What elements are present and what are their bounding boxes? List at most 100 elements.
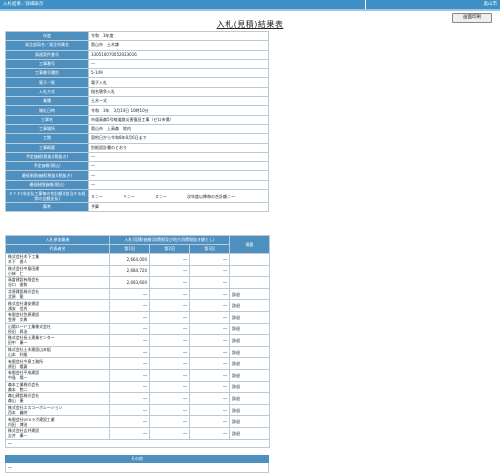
bid-round-1: ―: [109, 334, 150, 347]
info-row: 最低制限価格(税込) ―: [5, 179, 269, 191]
bid-remark: 辞退: [229, 310, 270, 324]
bid-round-1: ―: [109, 380, 150, 394]
info-row: 工事名 市道高森5号線道路災害復旧工事（ゼロ市債）: [5, 114, 269, 125]
bid-round-3: ―: [189, 334, 230, 347]
bid-round-2: ―: [149, 310, 190, 324]
bid-round-2: ―: [149, 380, 190, 394]
table-row: 株式会社吉井建設 吉井 康一 ― ― ― 辞退: [5, 426, 270, 440]
header-remarks: 摘要: [229, 235, 270, 254]
table-row: 株式会社浦安建設 浦安 信秀 ― ― ― 辞退: [5, 299, 270, 312]
info-value: ―: [88, 170, 269, 181]
info-value: 奥山市 土木課: [88, 40, 269, 51]
bidder-name: 北原建設株式会社 北原 龍: [5, 287, 110, 301]
bid-remark: 辞退: [229, 357, 270, 370]
info-row: 工事場所 奥山市 上高森 地内: [5, 123, 269, 135]
bid-remark: [229, 253, 270, 266]
bid-round-2: ―: [149, 426, 190, 440]
info-row: 工事番号種別 5-149: [5, 68, 269, 79]
info-label: 工事概要: [5, 142, 89, 153]
table-row: 有限会社今泉工務所 原田 隆寛 ― ― ― 辞退: [5, 357, 270, 370]
breadcrumb: 入札結果／詳細表示: [3, 2, 44, 7]
info-row: 開札日時 令和 3年 3月14日 10時10分: [5, 105, 269, 116]
bidder-name: 高倉建設有限会社 谷口 俊和: [5, 276, 110, 289]
bid-round-1: 2,684,720: [109, 264, 150, 278]
info-row: 予定価格(税込) ―: [5, 161, 269, 172]
info-label: 調達案件番号: [5, 49, 89, 60]
table-row: 北原建設株式会社 北原 龍 ― ― ― 辞退: [5, 287, 270, 301]
bid-round-3: ―: [189, 403, 230, 417]
info-label: 最低制限価格(税抜)(税抜き): [5, 170, 89, 181]
bidder-name: 有限会社UFXラボ建設工業 内田 博治: [5, 415, 110, 428]
bidder-name: 森山建設株式会社 森山 康: [5, 392, 110, 405]
table-row: 株式会社中島田建 小林 仁 2,684,720 ― ―: [5, 264, 270, 278]
info-value: ―: [88, 151, 269, 163]
info-row: 予定価格(税抜)(税抜き) ―: [5, 151, 269, 163]
topbar-divider: [365, 0, 366, 9]
bid-round-3: ―: [189, 345, 230, 359]
info-row: 業種 土木一式: [5, 96, 269, 107]
table-row: 有限会社UFXラボ建設工業 内田 博治 ― ― ― 辞退: [5, 415, 270, 428]
bid-round-1: ―: [109, 299, 150, 312]
info-value: ―: [88, 58, 269, 70]
other-section: その他 ―: [5, 455, 269, 473]
bid-round-2: ―: [149, 276, 190, 289]
other-header: その他: [5, 455, 269, 463]
info-value: 令和 3年度: [88, 30, 269, 42]
bid-round-1: ―: [109, 287, 150, 301]
header-round-2: 第2回: [149, 244, 190, 254]
bidder-name: 株式会社土木建設山本組 山本 利雄: [5, 345, 110, 359]
bid-round-1: 2,664,000: [109, 253, 150, 266]
info-label: 発注部局名／発注所属名: [5, 40, 89, 51]
info-row: 調達案件番号 330510070052023016: [5, 49, 269, 60]
info-label: 年度: [5, 30, 89, 42]
bidder-name: 山陽ロード工業株式会社 秋田 昇治: [5, 322, 110, 336]
bid-round-1: ―: [109, 368, 150, 382]
info-label: 工事番号: [5, 58, 89, 70]
info-label: 開札日時: [5, 105, 89, 116]
bidder-name: 株式会社吉井建設 吉井 康一: [5, 426, 110, 440]
bid-round-3: ―: [189, 415, 230, 428]
bid-round-2: ―: [149, 368, 190, 382]
info-row: 工期 契約日から令和8年8月6日まで: [5, 133, 269, 144]
header-representative: 代表者名: [5, 244, 110, 254]
info-label: 予定価格(税込): [5, 161, 89, 172]
bid-round-3: ―: [189, 264, 230, 278]
city-name: 奥山市: [483, 2, 498, 7]
header-company: 入札参加業者: [5, 235, 110, 245]
bidder-name: 森本工業株式会社 森本 勲二: [5, 380, 110, 394]
info-row: 備考 予算: [5, 202, 269, 213]
bid-round-2: ―: [149, 264, 190, 278]
bid-round-3: ―: [189, 276, 230, 289]
bidders-table: 入札参加業者 入札(見積)価格(消費税及び地方消費税抜き額とし) 摘要 代表者名…: [5, 235, 270, 448]
bid-round-1: ―: [109, 415, 150, 428]
info-label: 入札方式: [5, 86, 89, 98]
header-bids: 入札(見積)価格(消費税及び地方消費税抜き額とし): [109, 235, 230, 245]
bid-remark: 辞退: [229, 380, 270, 394]
bid-round-2: ―: [149, 357, 190, 370]
table-row: 株式会社土木建設山本組 山本 利雄 ― ― ― 辞退: [5, 345, 270, 359]
bid-remark: 辞退: [229, 345, 270, 359]
info-value: 土木一式: [88, 96, 269, 107]
bid-round-2: ―: [149, 403, 190, 417]
other-body: ―: [5, 463, 269, 473]
bidder-name: 有限会社平成建設 中島 陽一: [5, 368, 110, 382]
bid-round-2: ―: [149, 334, 190, 347]
bid-round-3: ―: [189, 253, 230, 266]
bid-round-3: ―: [189, 392, 230, 405]
bidder-name: 有限会社笠原建設 笠原 文典: [5, 310, 110, 324]
bid-remark: 辞退: [229, 392, 270, 405]
sub-bar: [0, 9, 500, 11]
info-table: 年度 令和 3年度 発注部局名／発注所属名 奥山市 土木課 調達案件番号 33051007…: [5, 30, 269, 213]
bid-remark: 辞退: [229, 334, 270, 347]
info-row: 工事概要 別紙設計書のとおり: [5, 142, 269, 153]
bid-round-3: ―: [189, 368, 230, 382]
bid-round-2: ―: [149, 322, 190, 336]
bidder-name: 株式会社木下工業 木下 俊人: [5, 253, 110, 266]
table-row: 株式会社長土建業センター 田中 康一 ― ― ― 辞退: [5, 334, 270, 347]
bid-round-1: 2,693,600: [109, 276, 150, 289]
bid-round-3: ―: [189, 287, 230, 301]
bid-round-1: ―: [109, 357, 150, 370]
bid-round-3: ―: [189, 299, 230, 312]
header-round-3: 第3回: [189, 244, 230, 254]
bid-round-2: ―: [149, 253, 190, 266]
